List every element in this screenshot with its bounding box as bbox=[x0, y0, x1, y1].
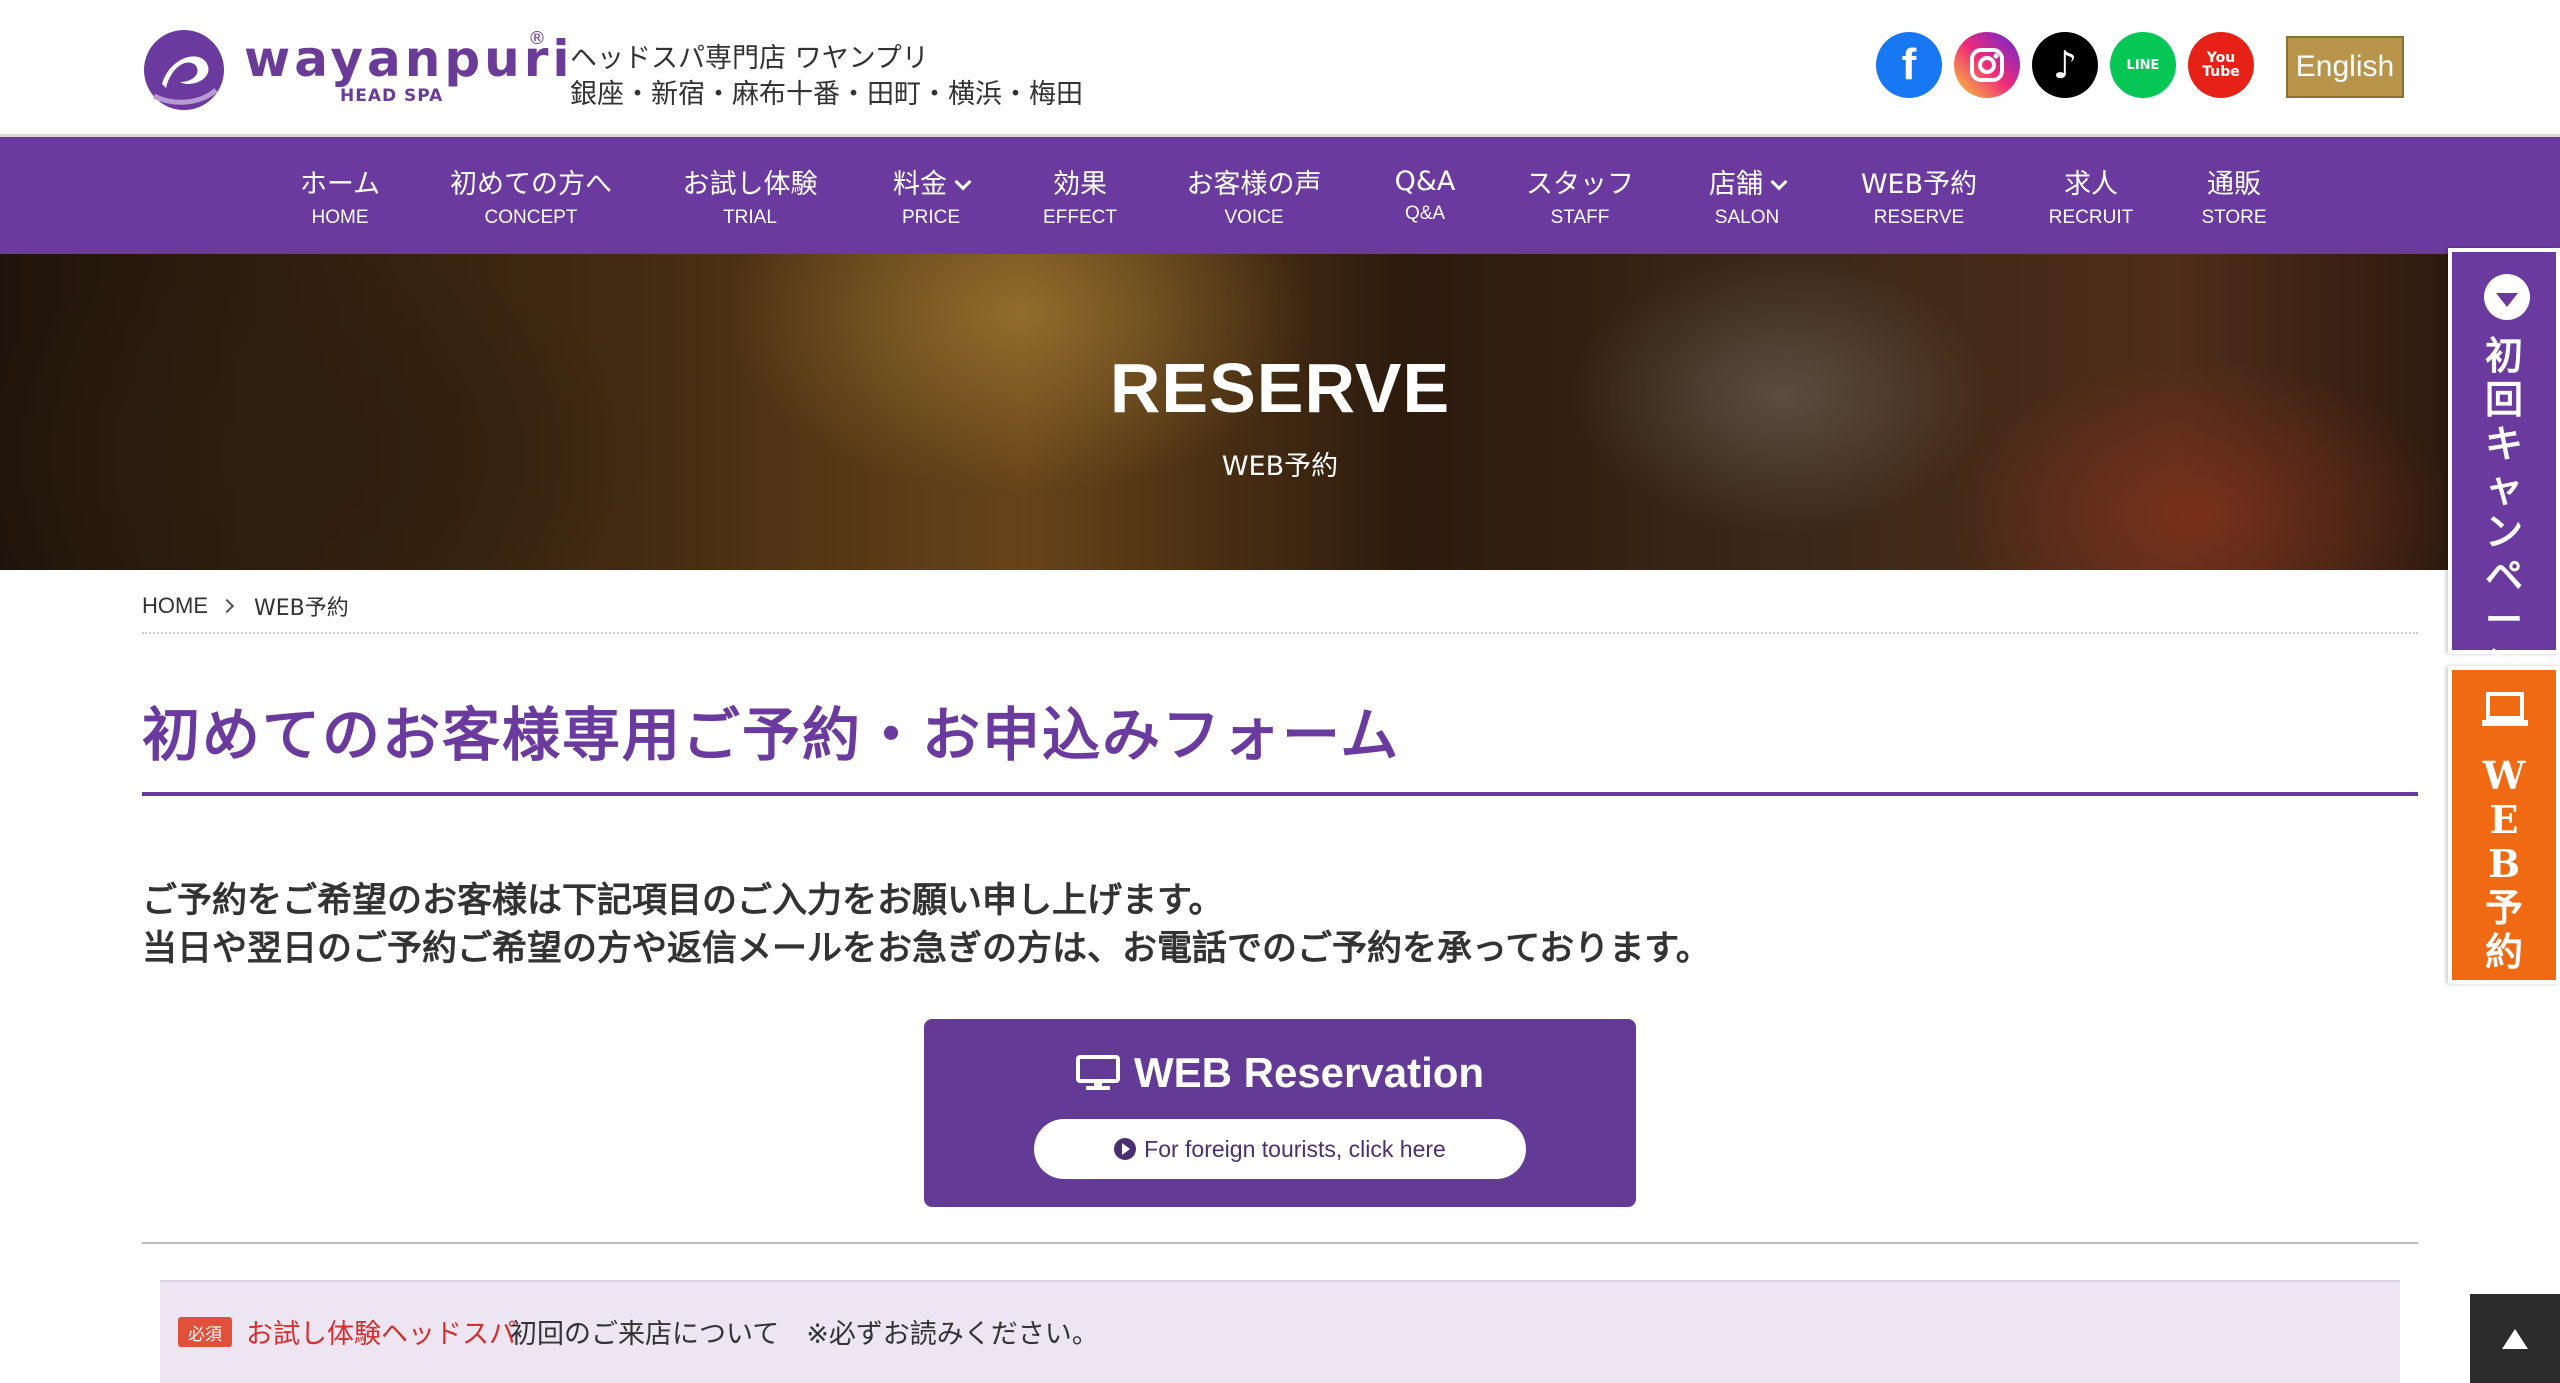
nav-label-en: STORE bbox=[2201, 207, 2267, 228]
trial-notice-header[interactable]: 必須 お試し体験ヘッドスパ 初回のご来店について ※必ずお読みください。 bbox=[160, 1280, 2400, 1383]
web-reservation-box[interactable]: WEB Reservation For foreign tourists, cl… bbox=[924, 1019, 1636, 1207]
required-badge: 必須 bbox=[178, 1317, 232, 1347]
instagram-icon[interactable] bbox=[1954, 32, 2020, 98]
wayanpuri-logo[interactable]: wayanpuri ® HEAD SPA bbox=[140, 24, 570, 116]
chevron-down-icon bbox=[954, 173, 972, 191]
nav-label-en: VOICE bbox=[1224, 207, 1284, 228]
line-icon-label: LINE bbox=[2126, 57, 2160, 73]
side-tab-campaign[interactable]: 初回キャンペーン bbox=[2448, 248, 2560, 686]
side-tab-web-label: WEB予約 bbox=[2482, 753, 2526, 974]
side-tab-web-reserve[interactable]: WEB予約 bbox=[2448, 666, 2560, 984]
nav-label-en: STAFF bbox=[1550, 207, 1610, 228]
nav-label-en: HOME bbox=[311, 207, 369, 228]
nav-item-home[interactable]: ホーム HOME bbox=[300, 137, 380, 254]
line-icon[interactable]: LINE bbox=[2110, 32, 2176, 98]
nav-item-reserve[interactable]: WEB予約 RESERVE bbox=[1861, 137, 1977, 254]
logo-mark-icon bbox=[144, 30, 224, 110]
nav-label-jp: Q&A bbox=[1394, 166, 1456, 197]
web-reservation-label: WEB Reservation bbox=[1133, 1049, 1485, 1096]
nav-item-qa[interactable]: Q&A Q&A bbox=[1395, 137, 1456, 254]
side-tab-campaign-label: 初回キャンペーン bbox=[2484, 333, 2523, 686]
nav-item-voice[interactable]: お客様の声 VOICE bbox=[1187, 137, 1322, 254]
breadcrumb-divider bbox=[142, 632, 2418, 634]
youtube-icon[interactable]: You Tube bbox=[2188, 32, 2254, 98]
breadcrumb-current: WEB予約 bbox=[254, 596, 349, 621]
nav-label-jp: WEB予約 bbox=[1860, 169, 1978, 200]
title-underline bbox=[142, 792, 2418, 796]
nav-label-en: TRIAL bbox=[723, 207, 777, 228]
nav-item-staff[interactable]: スタッフ STAFF bbox=[1526, 137, 1634, 254]
nav-label-en: EFFECT bbox=[1043, 207, 1117, 228]
triangle-up-icon bbox=[2502, 1328, 2528, 1349]
header-locations: 銀座・新宿・麻布十番・田町・横浜・梅田 bbox=[570, 79, 1083, 110]
nav-label-en: RECRUIT bbox=[2048, 207, 2134, 228]
nav-label-en: Q&A bbox=[1404, 203, 1446, 224]
intro-text-2: 当日や翌日のご予約ご希望の方や返信メールをお急ぎの方は、お電話でのご予約を承って… bbox=[142, 929, 1711, 969]
web-reservation-heading: WEB Reservation bbox=[924, 1049, 1636, 1097]
nav-label-en: CONCEPT bbox=[484, 207, 578, 228]
hero-subtitle: WEB予約 bbox=[1221, 451, 1339, 482]
nav-label-jp: 店舗 bbox=[1709, 169, 1763, 200]
logo-subtitle: HEAD SPA bbox=[340, 86, 444, 106]
main-nav: ホーム HOME 初めての方へ CONCEPT お試し体験 TRIAL 料金 PRICE… bbox=[0, 137, 2560, 254]
monitor-icon bbox=[1075, 1055, 1120, 1090]
arrow-right-circle-icon bbox=[1114, 1138, 1137, 1160]
registered-mark: ® bbox=[528, 28, 546, 49]
arrow-down-circle-icon bbox=[2484, 274, 2530, 320]
chevron-right-icon bbox=[219, 598, 235, 614]
nav-label-jp: ホーム bbox=[299, 169, 381, 200]
chevron-down-icon bbox=[1770, 173, 1788, 191]
nav-item-effect[interactable]: 効果 EFFECT bbox=[1043, 137, 1117, 254]
nav-label-en: SALON bbox=[1714, 207, 1780, 228]
hero-title: RESERVE bbox=[1109, 349, 1451, 427]
nav-label-jp: お試し体験 bbox=[682, 169, 818, 200]
foreign-tourists-button[interactable]: For foreign tourists, click here bbox=[1034, 1119, 1526, 1179]
nav-item-recruit[interactable]: 求人 RECRUIT bbox=[2049, 137, 2133, 254]
youtube-icon-label: You Tube bbox=[2202, 50, 2240, 80]
breadcrumb-home[interactable]: HOME bbox=[142, 593, 208, 619]
foreign-tourists-label: For foreign tourists, click here bbox=[1144, 1135, 1446, 1162]
nav-label-en: PRICE bbox=[901, 207, 961, 228]
site-header: wayanpuri ® HEAD SPA ヘッドスパ専門店 ワヤンプリ 銀座・新… bbox=[0, 0, 2560, 137]
breadcrumb: HOME WEB予約 bbox=[142, 590, 349, 622]
notice-highlight: お試し体験ヘッドスパ bbox=[246, 1319, 516, 1350]
nav-item-trial[interactable]: お試し体験 TRIAL bbox=[683, 137, 818, 254]
tiktok-icon[interactable]: ♪ bbox=[2032, 32, 2098, 98]
page-title: 初めてのお客様専用ご予約・お申込みフォーム bbox=[142, 701, 1401, 769]
hero-banner: RESERVE WEB予約 bbox=[0, 254, 2560, 570]
facebook-icon[interactable]: f bbox=[1876, 32, 1942, 98]
nav-label-jp: 求人 bbox=[2063, 169, 2118, 200]
nav-label-jp: スタッフ bbox=[1526, 169, 1634, 200]
section-divider bbox=[142, 1242, 2418, 1244]
nav-label-en: RESERVE bbox=[1873, 207, 1965, 228]
nav-label-jp: 効果 bbox=[1052, 169, 1107, 200]
nav-item-store[interactable]: 通販 STORE bbox=[2201, 137, 2266, 254]
nav-item-salon[interactable]: 店舗 SALON bbox=[1709, 137, 1788, 254]
laptop-icon bbox=[2482, 692, 2528, 726]
header-tagline: ヘッドスパ専門店 ワヤンプリ bbox=[570, 43, 929, 74]
nav-label-jp: 料金 bbox=[893, 169, 947, 200]
nav-label-jp: 初めての方へ bbox=[450, 169, 612, 200]
nav-label-jp: 通販 bbox=[2206, 169, 2261, 200]
intro-text-1: ご予約をご希望のお客様は下記項目のご入力をお願い申し上げます。 bbox=[142, 881, 1224, 921]
logo-wordmark: wayanpuri bbox=[244, 30, 574, 88]
back-to-top-button[interactable] bbox=[2470, 1294, 2560, 1383]
notice-text: 初回のご来店について ※必ずお読みください。 bbox=[510, 1319, 1099, 1350]
nav-item-concept[interactable]: 初めての方へ CONCEPT bbox=[450, 137, 612, 254]
nav-item-price[interactable]: 料金 PRICE bbox=[893, 137, 972, 254]
nav-label-jp: お客様の声 bbox=[1186, 169, 1322, 200]
english-button[interactable]: English bbox=[2286, 36, 2404, 98]
